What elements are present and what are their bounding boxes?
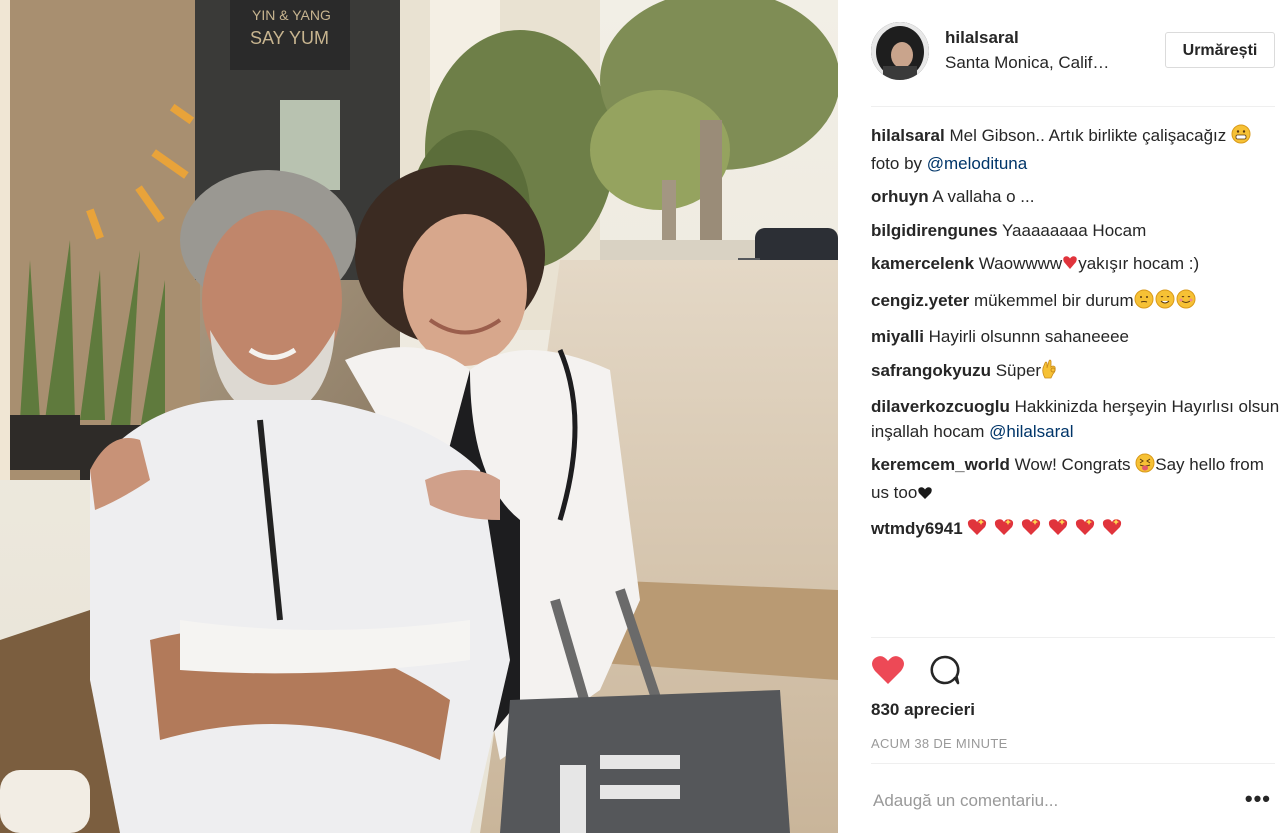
likes-count[interactable]: 830 aprecieri	[871, 700, 975, 720]
shop-sign-line2: SAY YUM	[250, 28, 329, 48]
face-emoji-icon	[1134, 289, 1196, 317]
comment-username[interactable]: dilaverkozcuoglu	[871, 397, 1010, 416]
comments-list: hilalsaral Mel Gibson.. Artık birlikte ç…	[871, 124, 1281, 554]
comment-text-2: yakışır hocam :)	[1078, 254, 1200, 273]
comment-item: dilaverkozcuoglu Hakkinizda herşeyin Hay…	[871, 395, 1281, 444]
comment-username[interactable]: bilgidirengunes	[871, 221, 998, 240]
avatar-image	[871, 22, 929, 80]
comment-text: Wow! Congrats	[1014, 455, 1136, 474]
photo-illustration: YIN & YANG SAY YUM	[0, 0, 838, 833]
post-photo[interactable]: YIN & YANG SAY YUM	[0, 0, 838, 833]
comment-button[interactable]	[929, 654, 961, 686]
comment-text: mükemmel bir durum	[974, 290, 1134, 310]
comment-username[interactable]: orhuyn	[871, 187, 929, 206]
comment-item: cengiz.yeter mükemmel bir durum	[871, 289, 1281, 317]
comment-username[interactable]: miyalli	[871, 327, 924, 346]
post-timestamp[interactable]: ACUM 38 DE MINUTE	[871, 736, 1008, 751]
caption-text-2: foto by	[871, 153, 927, 173]
add-comment-input[interactable]	[871, 790, 1235, 812]
heart-icon	[872, 656, 904, 684]
caption: hilalsaral Mel Gibson.. Artık birlikte ç…	[871, 124, 1281, 176]
comment-username[interactable]: cengiz.yeter	[871, 291, 969, 310]
ellipsis-icon[interactable]: •••	[1245, 788, 1271, 810]
comment-username[interactable]: kamercelenk	[871, 254, 974, 273]
comment-item: keremcem_world Wow! Congrats Say hello f…	[871, 453, 1281, 508]
heart-exclamation-emoji-icon	[1062, 254, 1078, 280]
comment-item: wtmdy6941	[871, 517, 1281, 545]
like-button[interactable]	[871, 654, 905, 686]
comment-username[interactable]: safrangokyuzu	[871, 361, 991, 380]
shop-sign-line1: YIN & YANG	[252, 7, 331, 23]
post-details-panel: hilalsaral Santa Monica, Calif… Urmăreșt…	[838, 0, 1286, 833]
comment-text: Süper	[995, 360, 1042, 380]
comment-bubble-icon	[930, 655, 960, 685]
caption-mention-link[interactable]: @melodituna	[927, 154, 1027, 173]
post-location[interactable]: Santa Monica, Calif…	[945, 53, 1109, 73]
comment-item: bilgidirengunes Yaaaaaaaa Hocam	[871, 219, 1281, 244]
comment-text: Waowwww	[978, 254, 1063, 273]
caption-text: Mel Gibson.. Artık birlikte çalişacağız	[949, 126, 1231, 145]
squinting-tongue-emoji-icon	[1135, 453, 1155, 481]
grinning-face-emoji-icon	[1231, 124, 1251, 152]
comment-text: A vallaha o ...	[932, 187, 1035, 206]
post-actions: 830 aprecieri ACUM 38 DE MINUTE	[871, 637, 1275, 751]
comment-mention-link[interactable]: @hilalsaral	[989, 422, 1073, 441]
comment-text: Yaaaaaaaa Hocam	[1001, 220, 1147, 240]
add-comment-section: •••	[871, 763, 1275, 834]
caption-username[interactable]: hilalsaral	[871, 126, 945, 145]
avatar[interactable]	[871, 22, 929, 80]
black-heart-emoji-icon	[917, 484, 933, 509]
sparkling-heart-emoji-icon	[967, 517, 1127, 545]
comment-item: safrangokyuzu Süper	[871, 359, 1281, 387]
following-button[interactable]: Urmărești	[1165, 32, 1275, 68]
comment-username[interactable]: wtmdy6941	[871, 519, 963, 538]
ok-hand-emoji-icon	[1041, 359, 1057, 387]
post-username[interactable]: hilalsaral	[945, 28, 1019, 48]
post-header: hilalsaral Santa Monica, Calif… Urmăreșt…	[871, 0, 1275, 107]
comment-item: kamercelenk Waowwww yakışır hocam :)	[871, 252, 1281, 280]
comment-item: miyalli Hayirli olsunnn sahaneeee	[871, 325, 1281, 350]
comment-username[interactable]: keremcem_world	[871, 455, 1010, 474]
comment-item: orhuyn A vallaha o ...	[871, 185, 1281, 210]
comment-text: Hayirli olsunnn sahaneeee	[928, 327, 1130, 346]
